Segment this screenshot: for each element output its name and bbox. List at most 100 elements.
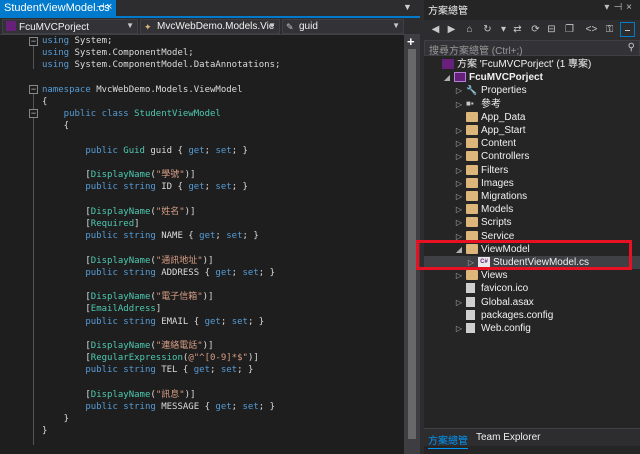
project-icon	[454, 72, 466, 83]
expand-arrow-icon[interactable]: ▷	[454, 269, 464, 282]
tree-node[interactable]: ▷ Images	[424, 177, 640, 190]
code-token: TEL {	[161, 365, 194, 376]
tree-node[interactable]: ▷ Scripts	[424, 216, 640, 229]
property-icon: ✎	[286, 22, 294, 32]
expanded-arrow-icon[interactable]: ◢	[442, 71, 452, 84]
solution-explorer-pane: 方案總管 ▾⊣× ◀ ▶ ⌂ ↻ ▾ ⇄ ⟳ ⊟ ❐ <> ⚿ ⎯ 搜尋方案總管…	[416, 0, 640, 454]
home-icon[interactable]: ⌂	[462, 22, 477, 37]
tree-node[interactable]: ▷ Views	[424, 269, 640, 282]
tree-node[interactable]: ▷ Global.asax	[424, 296, 640, 309]
close-icon[interactable]: ×	[106, 1, 112, 13]
code-editor-pane: StudentViewModel.cs ⊣ × ▼ FcuMVCPorject …	[0, 0, 420, 454]
tree-node[interactable]: ▷ ■▪ 參考	[424, 98, 640, 111]
view-code-icon[interactable]: <>	[584, 22, 599, 37]
collapse-all-icon[interactable]: ⊟	[544, 22, 559, 37]
tree-node[interactable]: packages.config	[424, 309, 640, 322]
expand-arrow-icon[interactable]: ▷	[454, 137, 464, 150]
code-token: public string	[42, 267, 162, 278]
expand-arrow-icon[interactable]: ▷	[454, 203, 464, 216]
document-tab-studentviewmodel[interactable]: StudentViewModel.cs ⊣ ×	[0, 0, 116, 18]
tree-node[interactable]: favicon.ico	[424, 282, 640, 295]
tree-node[interactable]: 方案 'FcuMVCPorject' (1 專案)	[424, 58, 640, 71]
class-dropdown[interactable]: ✦ MvcWebDemo.Models.Vie ▼	[140, 19, 280, 34]
folder-icon	[466, 138, 478, 149]
code-line: using System.ComponentModel;	[42, 47, 194, 59]
code-line: public string NAME { get; set; }	[42, 230, 258, 242]
tree-node[interactable]: ▷ Models	[424, 203, 640, 216]
collapse-icon[interactable]: −	[29, 37, 38, 46]
expand-arrow-icon[interactable]: ▷	[454, 296, 464, 309]
code-line: {	[42, 120, 69, 132]
expand-arrow-icon[interactable]: ▷	[454, 98, 464, 111]
code-token: [	[42, 219, 91, 229]
tree-node[interactable]: ▷ Filters	[424, 164, 640, 177]
tree-node-label: 參考	[481, 98, 501, 110]
code-token: )]	[247, 353, 259, 364]
member-dropdown[interactable]: ✎ guid ▼	[282, 19, 404, 34]
solution-icon	[442, 59, 454, 69]
history-icon[interactable]: ↻	[480, 22, 495, 37]
code-token: )]	[184, 389, 196, 400]
code-token: }	[42, 414, 70, 425]
tree-node[interactable]: ▷ Web.config	[424, 322, 640, 335]
code-token: public string	[42, 316, 162, 327]
sync-icon[interactable]: ⇄	[510, 22, 525, 37]
tab-team-explorer[interactable]: Team Explorer	[476, 432, 540, 443]
chevron-down-icon[interactable]: ▾	[496, 22, 511, 37]
chevron-down-icon: ▼	[392, 21, 400, 30]
expand-arrow-icon[interactable]: ▷	[454, 322, 464, 335]
expand-arrow-icon[interactable]: ▷	[454, 177, 464, 190]
code-line: [DisplayName("通訊地址")]	[42, 255, 213, 267]
tree-node[interactable]: App_Data	[424, 111, 640, 124]
pin-icon[interactable]: ⊣	[613, 2, 626, 13]
fold-guide	[33, 87, 34, 445]
scrollbar-thumb[interactable]	[408, 49, 416, 439]
refresh-icon[interactable]: ⟳	[528, 22, 543, 37]
tree-node-label: Views	[481, 270, 508, 282]
tree-node-label: Content	[481, 138, 517, 150]
tree-node-label: Properties	[481, 85, 527, 97]
preview-icon[interactable]: ⎯	[620, 22, 635, 37]
expand-arrow-icon[interactable]: ▷	[454, 124, 464, 137]
forward-icon[interactable]: ▶	[444, 22, 459, 37]
tree-node[interactable]: ▷ Migrations	[424, 190, 640, 203]
tree-node[interactable]: ▷ App_Start	[424, 124, 640, 137]
back-icon[interactable]: ◀	[428, 22, 443, 37]
code-line: {	[42, 96, 47, 108]
code-token: get	[188, 145, 205, 156]
code-token: ; }	[258, 402, 276, 412]
pin-icon[interactable]: ⊣	[96, 2, 105, 13]
tree-node[interactable]: ▷ 🔧 Properties	[424, 84, 640, 97]
code-token: public string	[42, 402, 162, 412]
code-line: public class StudentViewModel	[42, 108, 221, 120]
code-token: )]	[202, 292, 214, 303]
folder-icon	[466, 125, 478, 135]
tree-node[interactable]: ◢ FcuMVCPorject	[424, 71, 640, 84]
code-token: {	[42, 97, 48, 107]
code-line: public string TEL { get; set; }	[42, 364, 253, 376]
code-line: public string EMAIL { get; set; }	[42, 316, 264, 328]
expand-arrow-icon[interactable]: ▷	[454, 84, 464, 97]
expand-arrow-icon[interactable]: ▷	[454, 164, 464, 177]
show-all-files-icon[interactable]: ❐	[562, 22, 577, 37]
tree-node[interactable]: ▷ Content	[424, 137, 640, 150]
code-token: set	[242, 402, 259, 412]
expand-arrow-icon[interactable]: ▷	[454, 150, 464, 163]
chevron-down-icon[interactable]: ▼	[403, 2, 412, 12]
code-token: get	[215, 402, 232, 412]
collapse-icon[interactable]: −	[29, 109, 38, 118]
solution-search-box[interactable]: 搜尋方案總管 (Ctrl+;) ⚲	[424, 40, 640, 57]
expand-arrow-icon[interactable]: ▷	[454, 216, 464, 229]
properties-icon[interactable]: ⚿	[602, 22, 617, 37]
collapse-icon[interactable]: −	[29, 85, 38, 94]
code-text-area[interactable]: − − − using System; using System.Componen…	[0, 35, 404, 454]
project-dropdown[interactable]: FcuMVCPorject ▼	[2, 19, 138, 34]
close-icon[interactable]: ×	[626, 2, 636, 13]
tab-solution-explorer[interactable]: 方案總管	[428, 432, 468, 449]
file-icon	[466, 323, 475, 333]
split-editor-icon[interactable]: +	[407, 34, 415, 49]
tree-node[interactable]: ▷ Controllers	[424, 150, 640, 163]
expand-arrow-icon[interactable]: ▷	[454, 190, 464, 203]
search-icon[interactable]: ⚲	[628, 42, 635, 53]
code-token: set	[215, 182, 232, 193]
